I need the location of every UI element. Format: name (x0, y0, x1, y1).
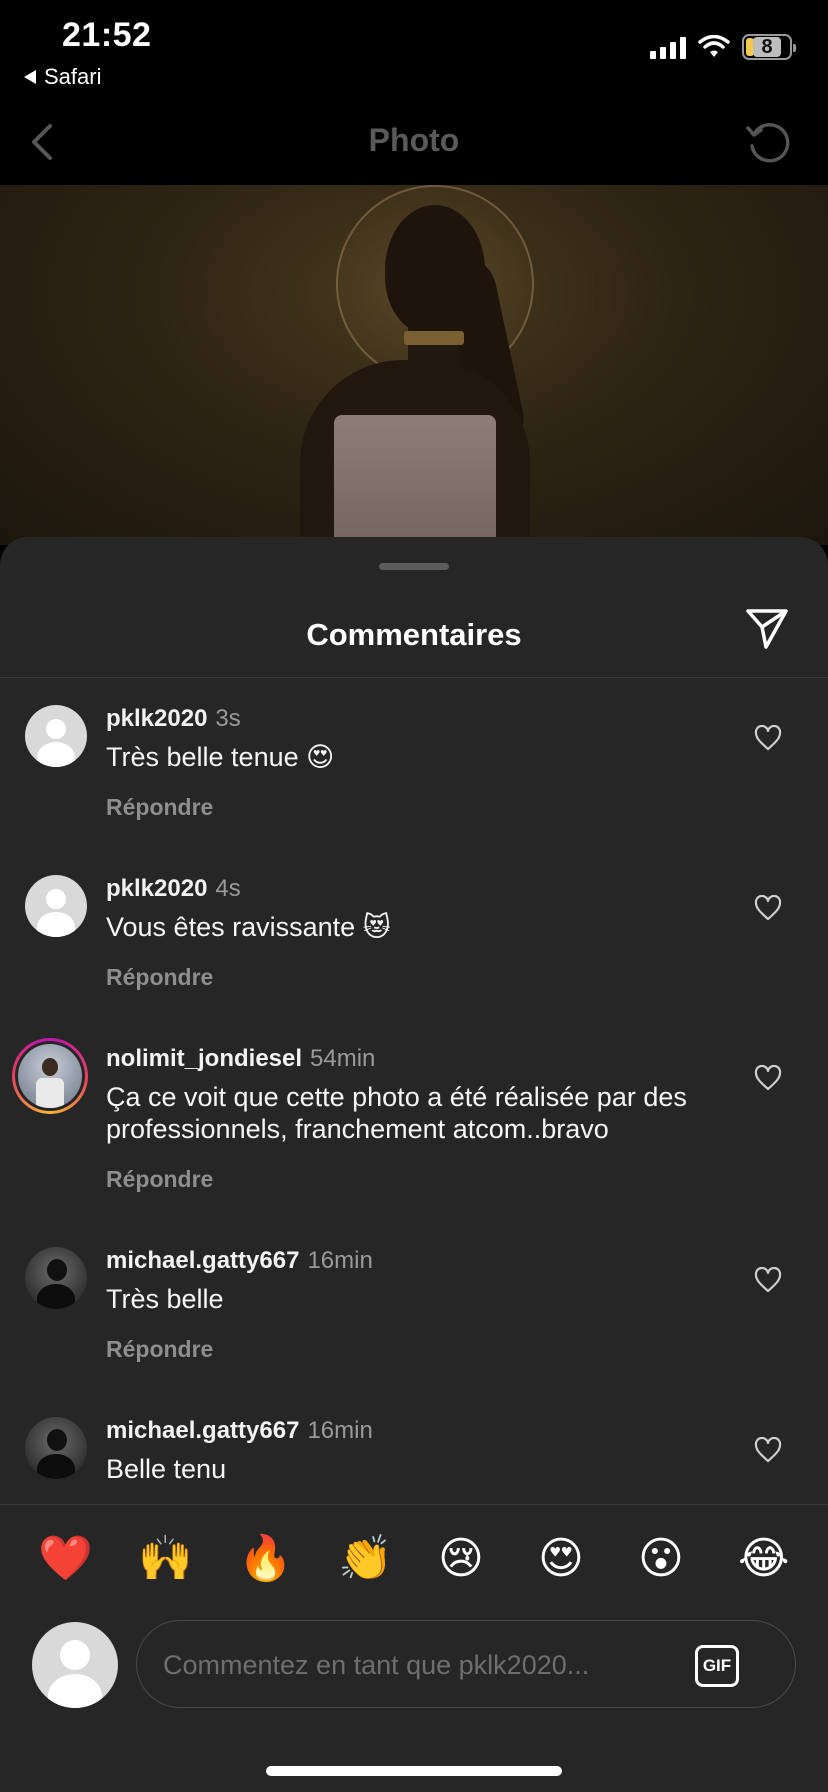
comment-time: 54min (310, 1045, 376, 1072)
comment-username[interactable]: pklk2020 (106, 875, 207, 902)
cellular-signal-icon (650, 35, 686, 59)
emoji-surprised-button[interactable]: 😮 (638, 1533, 684, 1585)
page-title: Photo (368, 122, 460, 158)
reply-button[interactable]: Répondre (106, 794, 213, 821)
divider (0, 677, 828, 678)
comment-input[interactable] (163, 1645, 663, 1685)
share-send-icon[interactable] (744, 605, 790, 651)
comment-input-box[interactable]: GIF (136, 1620, 796, 1708)
wifi-icon (698, 35, 730, 57)
current-user-avatar (32, 1622, 118, 1708)
avatar[interactable] (25, 1417, 87, 1479)
emoji-raised-hands-button[interactable]: 🙌 (138, 1533, 193, 1585)
comment-time: 16min (307, 1417, 373, 1444)
comment-item: pklk2020 4s Vous êtes ravissante 😻 Répond… (0, 875, 828, 1025)
emoji-heart-button[interactable]: ❤️ (38, 1533, 93, 1585)
heart-icon[interactable] (754, 1065, 782, 1091)
comment-username[interactable]: michael.gatty667 (106, 1247, 299, 1274)
comment-item: pklk2020 3s Très belle tenue 😍 Répondre (0, 705, 828, 855)
reply-button[interactable]: Répondre (106, 1336, 213, 1363)
sheet-title: Commentaires (306, 617, 522, 652)
battery-level: 8 (753, 37, 781, 57)
comment-item: michael.gatty667 16min Très belle Répondr… (0, 1247, 828, 1397)
comment-text: Belle tenu (106, 1454, 227, 1484)
comment-time: 3s (215, 705, 241, 732)
refresh-icon[interactable] (744, 118, 792, 166)
comment-username[interactable]: pklk2020 (106, 705, 207, 732)
comment-time: 16min (307, 1247, 373, 1274)
emoji-crying-button[interactable]: 😢 (438, 1533, 484, 1585)
comment-username[interactable]: michael.gatty667 (106, 1417, 299, 1444)
comment-item: nolimit_jondiesel 54min Ça ce voit que ce… (0, 1038, 828, 1225)
heart-icon[interactable] (754, 1437, 782, 1463)
post-photo[interactable] (0, 185, 828, 545)
status-time: 21:52 (62, 16, 152, 54)
reply-button[interactable]: Répondre (106, 1166, 213, 1193)
nav-header: Photo (0, 100, 828, 185)
comment-text: Très belle (106, 1284, 224, 1314)
emoji-fire-button[interactable]: 🔥 (238, 1533, 293, 1585)
gif-button[interactable]: GIF (695, 1645, 739, 1687)
comment-composer: GIF (0, 1614, 828, 1792)
sheet-grabber[interactable] (379, 563, 449, 570)
avatar[interactable] (25, 1247, 87, 1309)
avatar[interactable] (25, 705, 87, 767)
status-bar: 21:52 Safari 8 (0, 0, 828, 100)
back-to-app-link[interactable]: Safari (24, 64, 101, 90)
heart-icon[interactable] (754, 725, 782, 751)
back-triangle-icon (24, 70, 36, 84)
emoji-clap-button[interactable]: 👏 (338, 1533, 393, 1585)
comment-text: Vous êtes ravissante 😻 (106, 912, 391, 942)
emoji-laughing-button[interactable]: 😂 (738, 1533, 789, 1585)
heart-icon[interactable] (754, 895, 782, 921)
comment-username[interactable]: nolimit_jondiesel (106, 1045, 302, 1072)
status-icons: 8 (650, 34, 796, 60)
emoji-quick-bar: ❤️ 🙌 🔥 👏 😢 😍 😮 😂 (0, 1504, 828, 1614)
emoji-heart-eyes-button[interactable]: 😍 (538, 1533, 584, 1585)
comment-item: michael.gatty667 16min Belle tenu (0, 1417, 828, 1507)
avatar (18, 1044, 82, 1108)
comment-time: 4s (215, 875, 241, 902)
home-indicator (266, 1766, 562, 1776)
comment-text: Très belle tenue 😍 (106, 742, 335, 772)
avatar[interactable] (25, 875, 87, 937)
heart-icon[interactable] (754, 1267, 782, 1293)
battery-icon: 8 (742, 34, 796, 60)
comment-text: Ça ce voit que cette photo a été réalisé… (106, 1082, 687, 1144)
back-app-label: Safari (44, 64, 102, 89)
reply-button[interactable]: Répondre (106, 964, 213, 991)
avatar-story-ring[interactable] (12, 1038, 88, 1114)
